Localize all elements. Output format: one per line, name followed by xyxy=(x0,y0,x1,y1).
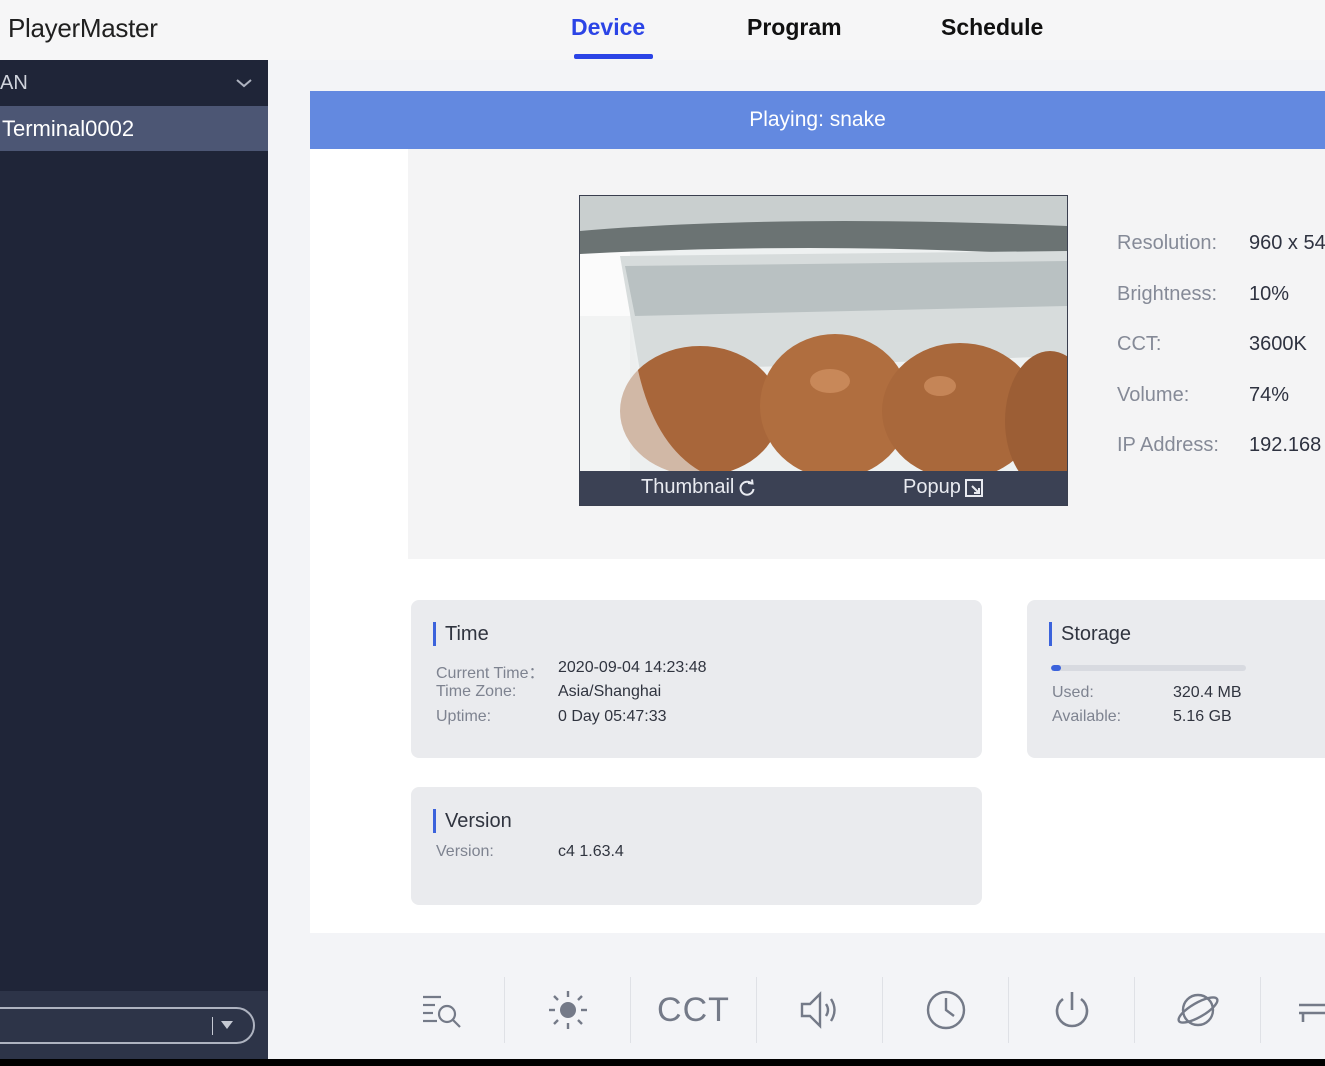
storage-available-value: 5.16 GB xyxy=(1173,708,1232,725)
terminal-group-label: AN xyxy=(0,72,28,94)
popup-label: Popup xyxy=(903,476,961,498)
storage-available-label: Available: xyxy=(1052,708,1122,725)
version-box-title: Version xyxy=(433,809,512,833)
tab-schedule[interactable]: Schedule xyxy=(941,14,1043,41)
popup-button[interactable]: Popup xyxy=(903,476,984,499)
version-label: Version: xyxy=(436,843,494,860)
ip-address-label: IP Address: xyxy=(1117,434,1219,456)
sidebar-item-terminal[interactable]: Terminal0002 xyxy=(0,106,268,151)
storage-used-value: 320.4 MB xyxy=(1173,684,1242,701)
more-button[interactable] xyxy=(1261,977,1325,1043)
cct-button[interactable]: CCT xyxy=(631,977,756,1043)
power-button[interactable] xyxy=(1009,977,1134,1043)
active-tab-indicator xyxy=(574,54,653,59)
chevron-down-icon[interactable] xyxy=(234,73,254,93)
search-log-icon xyxy=(422,995,461,1028)
volume-label: Volume: xyxy=(1117,384,1190,406)
uptime-value: 0 Day 05:47:33 xyxy=(558,708,667,725)
thumbnail-label: Thumbnail xyxy=(641,476,735,498)
top-bar: PlayerMaster Device Program Schedule xyxy=(0,0,1325,60)
popup-icon xyxy=(964,478,983,497)
uptime-label: Uptime: xyxy=(436,708,492,725)
current-time-value: 2020-09-04 14:23:48 xyxy=(558,659,707,676)
network-button[interactable] xyxy=(1135,977,1260,1043)
thumbnail-controls: Thumbnail Popup xyxy=(580,471,1067,505)
cct-label: CCT: xyxy=(1117,333,1162,355)
storage-usage-fill xyxy=(1051,665,1061,671)
storage-box: Storage Used: 320.4 MB Available: 5.16 G… xyxy=(1027,600,1325,758)
brightness-value: 10% xyxy=(1249,283,1290,305)
main-area: Playing: snake Thumbnail Popup Resolutio… xyxy=(268,60,1325,1059)
thumbnail-preview: Thumbnail Popup xyxy=(579,195,1068,506)
resolution-label: Resolution: xyxy=(1117,232,1218,254)
storage-usage-bar xyxy=(1051,665,1246,671)
ip-address-value: 192.168 xyxy=(1249,434,1322,456)
sidebar-filter-select[interactable] xyxy=(0,1007,255,1044)
storage-box-title: Storage xyxy=(1049,622,1131,646)
cct-value: 3600K xyxy=(1249,333,1307,355)
brightness-button[interactable] xyxy=(505,977,630,1043)
sidebar-footer xyxy=(0,991,268,1059)
tab-program[interactable]: Program xyxy=(747,14,842,41)
time-box-title: Time xyxy=(433,622,489,646)
cct-text-icon: CCT xyxy=(657,990,730,1029)
bottom-toolbar: CCT xyxy=(268,961,1325,1059)
sidebar-item-label: Terminal0002 xyxy=(2,116,135,141)
timing-button[interactable] xyxy=(883,977,1008,1043)
device-card: Playing: snake Thumbnail Popup Resolutio… xyxy=(310,91,1325,933)
version-box: Version Version: c4 1.63.4 xyxy=(411,787,982,905)
preview-image xyxy=(580,196,1067,471)
thumbnail-refresh-button[interactable]: Thumbnail xyxy=(641,476,757,499)
preview-panel: Thumbnail Popup Resolution: 960 x 54 Bri… xyxy=(408,149,1325,559)
volume-icon xyxy=(800,991,836,1029)
time-box: Time Current Time： 2020-09-04 14:23:48 T… xyxy=(411,600,982,758)
refresh-icon xyxy=(739,478,755,496)
select-divider xyxy=(212,1017,213,1035)
terminal-group-header[interactable]: AN xyxy=(0,60,268,106)
more-icon xyxy=(1299,1003,1325,1022)
brightness-icon xyxy=(548,991,587,1029)
log-search-button[interactable] xyxy=(379,977,504,1043)
clock-icon xyxy=(926,990,965,1030)
power-icon xyxy=(1055,992,1088,1028)
volume-value: 74% xyxy=(1249,384,1290,406)
dropdown-arrow-icon[interactable] xyxy=(221,1021,233,1029)
time-zone-label: Time Zone: xyxy=(436,683,517,700)
resolution-value: 960 x 54 xyxy=(1249,232,1325,254)
current-time-label: Current Time： xyxy=(436,665,545,682)
sidebar: AN Terminal0002 xyxy=(0,60,268,1059)
version-value: c4 1.63.4 xyxy=(558,843,624,860)
playing-status-bar: Playing: snake xyxy=(310,91,1325,149)
time-zone-value: Asia/Shanghai xyxy=(558,683,662,700)
app-title: PlayerMaster xyxy=(8,13,158,43)
storage-used-label: Used: xyxy=(1052,684,1094,701)
volume-button[interactable] xyxy=(757,977,882,1043)
brightness-label: Brightness: xyxy=(1117,283,1218,305)
tab-device[interactable]: Device xyxy=(571,14,645,41)
planet-icon xyxy=(1176,993,1219,1027)
